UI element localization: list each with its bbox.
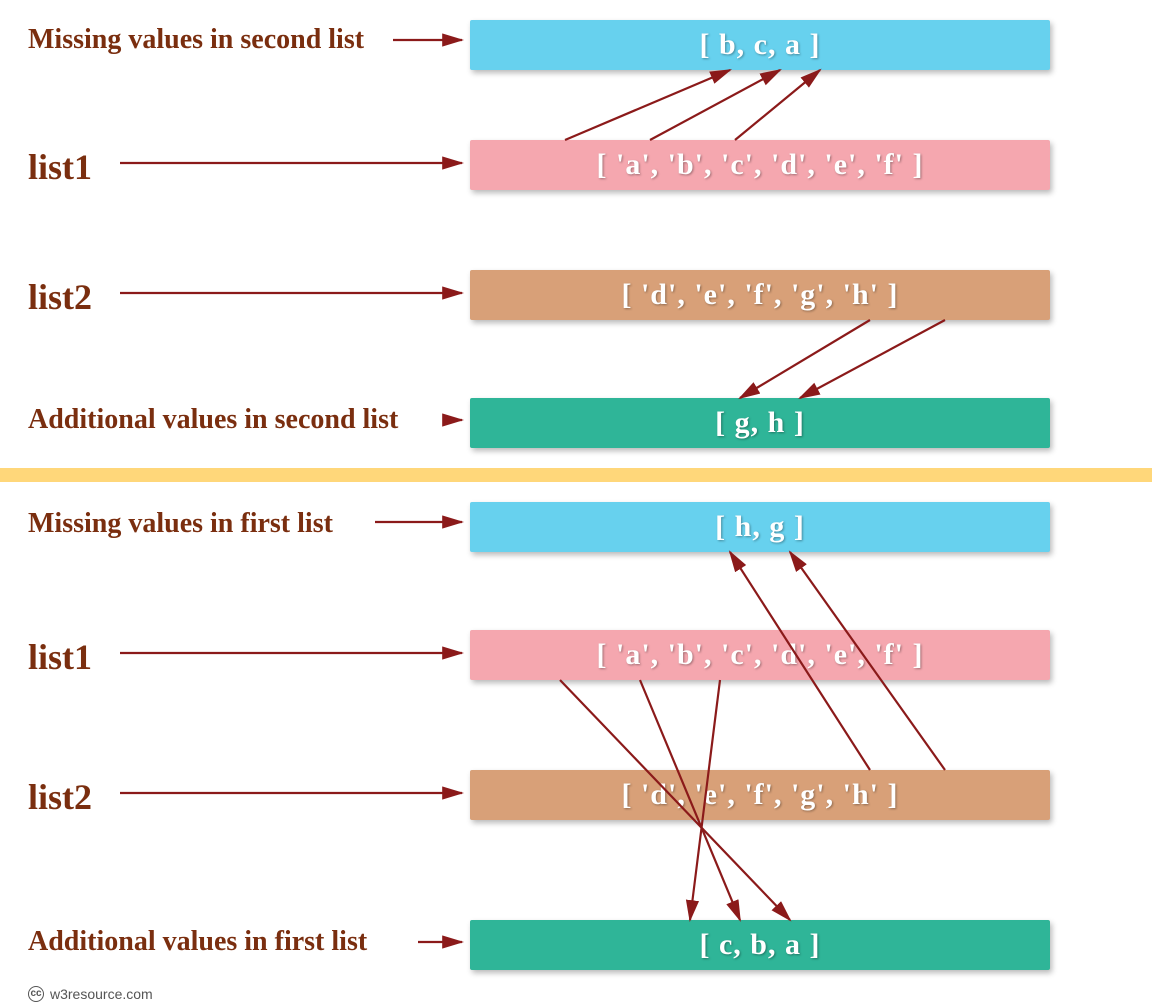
footer-text: w3resource.com bbox=[50, 986, 153, 1002]
list2-box-b: [ 'd', 'e', 'f', 'g', 'h' ] bbox=[470, 770, 1050, 820]
missing-second-label: Missing values in second list bbox=[0, 24, 364, 56]
additional-first-box: [ c, b, a ] bbox=[470, 920, 1050, 970]
section-divider bbox=[0, 468, 1152, 482]
list1-label-b: list1 bbox=[0, 636, 92, 678]
missing-first-box: [ h, g ] bbox=[470, 502, 1050, 552]
list1-box-a: [ 'a', 'b', 'c', 'd', 'e', 'f' ] bbox=[470, 140, 1050, 190]
list2-label-b: list2 bbox=[0, 776, 92, 818]
footer-credit: cc w3resource.com bbox=[28, 986, 153, 1002]
list2-label-a: list2 bbox=[0, 276, 92, 318]
additional-second-box: [ g, h ] bbox=[470, 398, 1050, 448]
additional-second-label: Additional values in second list bbox=[0, 404, 398, 436]
missing-second-box: [ b, c, a ] bbox=[470, 20, 1050, 70]
list2-box-a: [ 'd', 'e', 'f', 'g', 'h' ] bbox=[470, 270, 1050, 320]
list1-box-b: [ 'a', 'b', 'c', 'd', 'e', 'f' ] bbox=[470, 630, 1050, 680]
list1-label-a: list1 bbox=[0, 146, 92, 188]
cc-icon: cc bbox=[28, 986, 44, 1002]
additional-first-label: Additional values in first list bbox=[0, 926, 367, 958]
missing-first-label: Missing values in first list bbox=[0, 508, 333, 540]
